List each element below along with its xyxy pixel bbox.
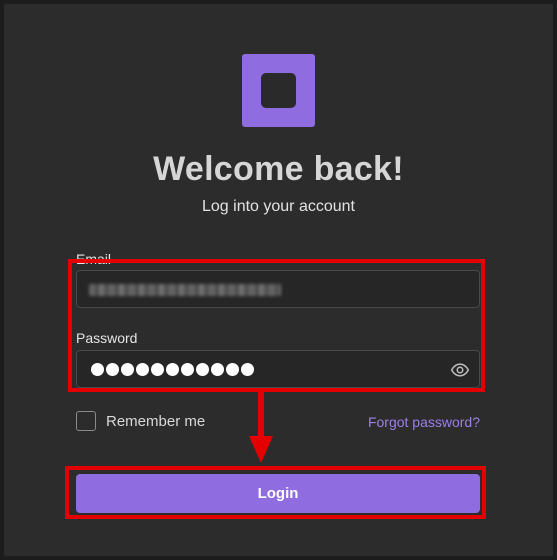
password-mask-dot	[211, 363, 224, 376]
eye-icon[interactable]	[450, 360, 470, 380]
email-field[interactable]	[76, 270, 480, 308]
password-mask-dot	[136, 363, 149, 376]
email-value-redacted	[89, 284, 281, 296]
password-label: Password	[76, 330, 138, 346]
password-field[interactable]	[76, 350, 480, 388]
remember-me-checkbox[interactable]	[76, 411, 96, 431]
app-logo-icon	[242, 54, 315, 127]
password-mask-dot	[151, 363, 164, 376]
page-title: Welcome back!	[153, 150, 404, 188]
password-mask-dot	[226, 363, 239, 376]
remember-me-label: Remember me	[106, 412, 206, 430]
password-mask-dot	[91, 363, 104, 376]
email-label: Email	[76, 251, 112, 267]
password-mask-dot	[241, 363, 254, 376]
page-subtitle: Log into your account	[202, 198, 355, 215]
remember-me[interactable]: Remember me	[76, 411, 205, 431]
password-mask-dot	[106, 363, 119, 376]
password-mask-dot	[121, 363, 134, 376]
password-mask	[91, 358, 254, 376]
annotation-arrow-down-icon	[249, 392, 273, 463]
password-mask-dot	[166, 363, 179, 376]
password-mask-dot	[196, 363, 209, 376]
password-mask-dot	[181, 363, 194, 376]
forgot-password-link[interactable]: Forgot password?	[368, 414, 480, 430]
login-button[interactable]: Login	[76, 474, 480, 513]
logo-inner-square	[261, 73, 296, 108]
